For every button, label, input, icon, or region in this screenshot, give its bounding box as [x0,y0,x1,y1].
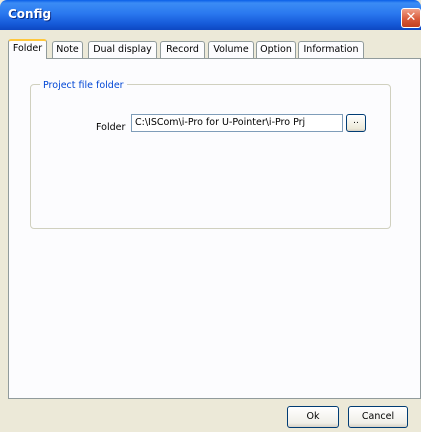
title-bar[interactable]: Config ✕ [0,0,421,30]
tab-volume[interactable]: Volume [208,41,254,58]
tab-note[interactable]: Note [52,41,83,58]
tab-option[interactable]: Option [256,41,296,58]
tab-information[interactable]: Information [298,41,364,58]
folder-label: Folder [96,122,126,133]
tab-dual-display[interactable]: Dual display [88,41,157,58]
ok-button[interactable]: Ok [287,406,339,428]
cancel-button[interactable]: Cancel [348,406,408,428]
folder-path-field[interactable]: C:\ISCom\i-Pro for U-Pointer\i-Pro Prj [131,114,343,132]
group-title: Project file folder [40,80,127,91]
browse-button[interactable]: .. [346,114,366,132]
close-icon: ✕ [405,10,417,25]
config-dialog: Config ✕ Folder Note Dual display Record… [0,0,421,432]
project-folder-group [30,84,391,229]
close-button[interactable]: ✕ [401,8,421,28]
tab-folder[interactable]: Folder [8,39,47,59]
tab-record[interactable]: Record [160,41,205,58]
window-title: Config [8,7,52,21]
